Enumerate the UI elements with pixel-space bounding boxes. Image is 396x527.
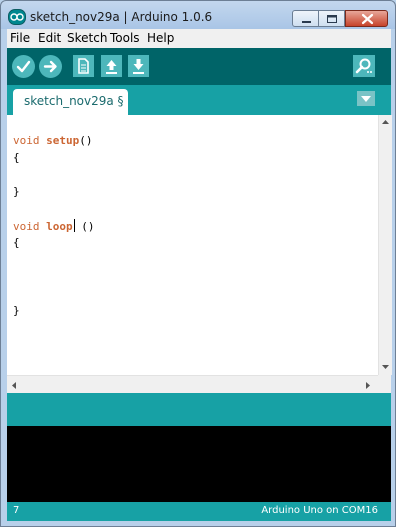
tab-label: sketch_nov29a § [24,94,124,108]
horizontal-scrollbar[interactable] [7,375,378,393]
arrow-right-icon [43,60,57,73]
menu-sketch[interactable]: Sketch [67,31,107,45]
board-port-label: Arduino Uno on COM16 [261,505,378,516]
title-bar[interactable]: sketch_nov29a | Arduino 1.0.6 [1,1,395,29]
save-button[interactable] [128,55,149,77]
maximize-icon [327,15,337,23]
arrow-up-icon [106,60,117,74]
message-bar [7,393,391,426]
code-line: void loop () [13,219,95,233]
app-window: sketch_nov29a | Arduino 1.0.6 File Edit … [0,0,396,527]
line-number: 7 [13,505,20,516]
new-document-icon [78,58,89,74]
tab-bar: sketch_nov29a § [7,85,391,115]
upload-button[interactable] [39,55,62,78]
code-line: } [13,185,20,198]
close-icon [361,13,374,25]
arrow-down-icon [133,59,144,74]
vertical-scrollbar[interactable] [378,115,392,375]
arduino-logo-icon [8,9,26,25]
menu-file[interactable]: File [10,31,30,45]
menu-tools[interactable]: Tools [110,31,140,45]
code-line: { [13,236,20,249]
serial-monitor-button[interactable] [353,55,375,77]
console-output[interactable] [7,426,391,502]
scroll-down-arrow-icon[interactable] [381,364,390,370]
code-line: { [13,151,20,164]
window-title: sketch_nov29a | Arduino 1.0.6 [30,10,213,24]
minimize-icon [302,21,311,23]
toolbar [7,48,391,85]
menu-edit[interactable]: Edit [38,31,61,45]
tab-sketch[interactable]: sketch_nov29a § [13,89,128,115]
tab-menu-button[interactable] [357,91,375,106]
verify-button[interactable] [12,55,35,78]
code-line: } [13,304,20,317]
minimize-button[interactable] [292,10,319,27]
maximize-button[interactable] [319,10,345,27]
scroll-right-arrow-icon[interactable] [365,381,371,390]
type-keyword: void [13,220,40,233]
magnifier-icon [355,58,372,74]
close-button[interactable] [345,10,388,27]
type-keyword: void [13,134,40,147]
new-button[interactable] [73,55,94,77]
code-text: () [79,134,93,147]
scroll-left-arrow-icon[interactable] [11,381,17,390]
code-line: void setup() [13,134,93,148]
checkmark-icon [16,60,31,73]
status-bar: 7 Arduino Uno on COM16 [7,502,391,521]
code-text: () [74,220,95,233]
function-name: loop [46,220,73,233]
scroll-corner [378,375,391,393]
function-name: setup [46,134,80,147]
code-editor[interactable]: void setup() { } void loop () { } [7,115,392,393]
scroll-up-arrow-icon[interactable] [381,119,390,125]
open-button[interactable] [101,55,122,77]
triangle-down-icon [361,96,371,102]
menu-help[interactable]: Help [147,31,174,45]
menu-bar: File Edit Sketch Tools Help [7,29,391,49]
